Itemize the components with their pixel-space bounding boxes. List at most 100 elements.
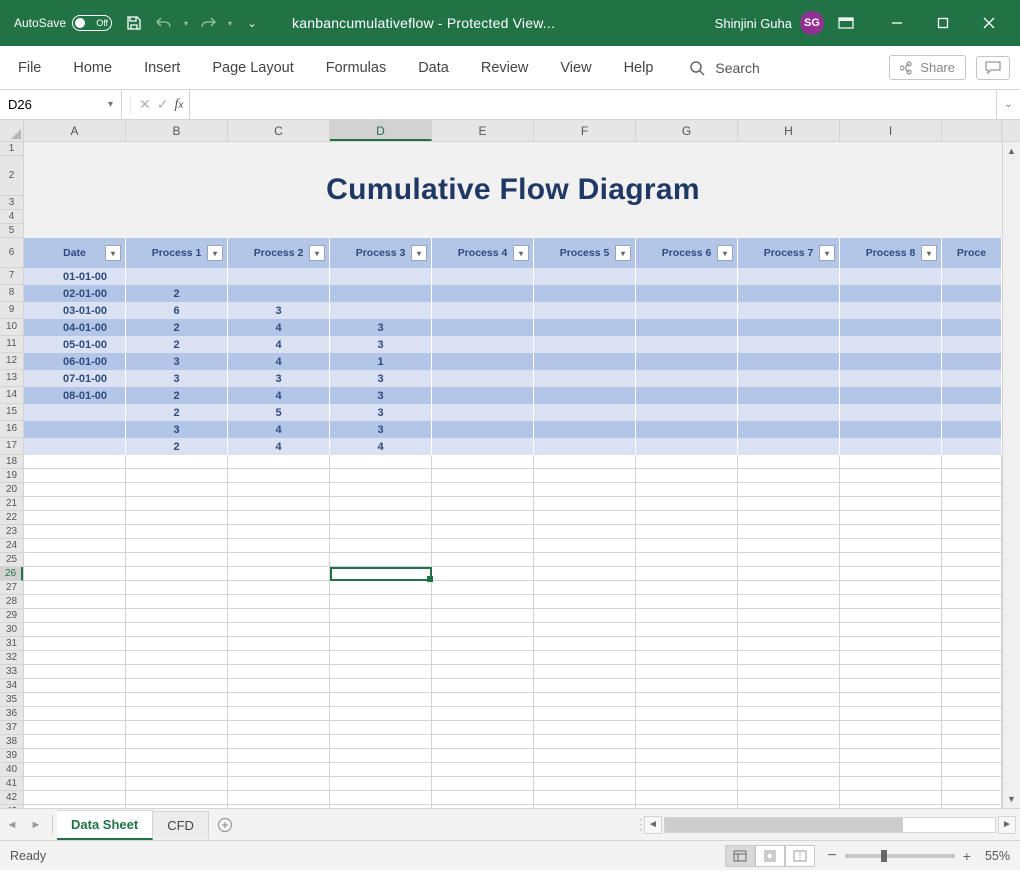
empty-cell[interactable]	[228, 721, 330, 735]
data-cell[interactable]	[942, 353, 1002, 370]
date-cell[interactable]: 07-01-00	[24, 370, 126, 387]
empty-cell[interactable]	[636, 581, 738, 595]
data-cell[interactable]: 3	[330, 336, 432, 353]
empty-cell[interactable]	[840, 735, 942, 749]
filter-dropdown-icon[interactable]: ▾	[615, 245, 631, 261]
empty-row[interactable]	[24, 483, 1002, 497]
row-header[interactable]: 14	[0, 387, 23, 404]
filter-dropdown-icon[interactable]: ▾	[309, 245, 325, 261]
row-header[interactable]: 22	[0, 511, 23, 525]
empty-cell[interactable]	[228, 749, 330, 763]
user-account[interactable]: Shinjini Guha SG	[715, 11, 824, 35]
empty-cell[interactable]	[24, 791, 126, 805]
empty-cell[interactable]	[942, 679, 1002, 693]
save-icon[interactable]	[120, 9, 148, 37]
empty-cell[interactable]	[330, 777, 432, 791]
empty-cell[interactable]	[636, 497, 738, 511]
empty-row[interactable]	[24, 721, 1002, 735]
table-header-cell[interactable]: Process 4▾	[432, 238, 534, 268]
empty-row[interactable]	[24, 511, 1002, 525]
row-header[interactable]: 37	[0, 721, 23, 735]
column-header[interactable]	[942, 120, 1002, 141]
table-row[interactable]: 06-01-00341	[24, 353, 1002, 370]
empty-cell[interactable]	[636, 553, 738, 567]
data-cell[interactable]: 4	[228, 319, 330, 336]
empty-cell[interactable]	[330, 679, 432, 693]
row-header[interactable]: 34	[0, 679, 23, 693]
sheet-tab-data-sheet[interactable]: Data Sheet	[57, 810, 153, 840]
empty-cell[interactable]	[534, 539, 636, 553]
table-header-cell[interactable]: Process 7▾	[738, 238, 840, 268]
table-row[interactable]: 343	[24, 421, 1002, 438]
data-cell[interactable]	[738, 370, 840, 387]
table-row[interactable]: 244	[24, 438, 1002, 455]
data-cell[interactable]	[432, 302, 534, 319]
column-header[interactable]: I	[840, 120, 942, 141]
table-row[interactable]: 253	[24, 404, 1002, 421]
empty-cell[interactable]	[330, 497, 432, 511]
row-header[interactable]: 6	[0, 238, 23, 268]
row-header[interactable]: 35	[0, 693, 23, 707]
empty-cell[interactable]	[228, 707, 330, 721]
empty-cell[interactable]	[126, 791, 228, 805]
data-cell[interactable]	[432, 421, 534, 438]
date-cell[interactable]	[24, 438, 126, 455]
empty-cell[interactable]	[432, 777, 534, 791]
empty-cell[interactable]	[636, 455, 738, 469]
empty-cell[interactable]	[432, 581, 534, 595]
empty-row[interactable]	[24, 497, 1002, 511]
empty-cell[interactable]	[126, 637, 228, 651]
empty-cell[interactable]	[126, 777, 228, 791]
column-header[interactable]: F	[534, 120, 636, 141]
data-cell[interactable]	[636, 421, 738, 438]
empty-cell[interactable]	[840, 665, 942, 679]
data-cell[interactable]: 2	[126, 319, 228, 336]
empty-cell[interactable]	[534, 483, 636, 497]
row-header[interactable]: 21	[0, 497, 23, 511]
empty-cell[interactable]	[228, 693, 330, 707]
empty-cell[interactable]	[840, 609, 942, 623]
data-cell[interactable]	[636, 285, 738, 302]
row-header[interactable]: 25	[0, 553, 23, 567]
empty-cell[interactable]	[942, 469, 1002, 483]
empty-cell[interactable]	[24, 497, 126, 511]
date-cell[interactable]: 01-01-00	[24, 268, 126, 285]
empty-cell[interactable]	[942, 637, 1002, 651]
row-header[interactable]: 33	[0, 665, 23, 679]
empty-cell[interactable]	[534, 595, 636, 609]
empty-row[interactable]	[24, 749, 1002, 763]
empty-cell[interactable]	[738, 595, 840, 609]
empty-cell[interactable]	[738, 455, 840, 469]
empty-cell[interactable]	[228, 539, 330, 553]
data-cell[interactable]: 3	[330, 370, 432, 387]
data-cell[interactable]: 3	[126, 353, 228, 370]
empty-cell[interactable]	[24, 665, 126, 679]
empty-cell[interactable]	[636, 623, 738, 637]
empty-cell[interactable]	[534, 693, 636, 707]
data-cell[interactable]	[942, 421, 1002, 438]
data-cell[interactable]	[636, 336, 738, 353]
name-box-dropdown-icon[interactable]: ▾	[108, 99, 113, 110]
autosave-toggle[interactable]: Off	[72, 15, 112, 31]
data-cell[interactable]	[534, 353, 636, 370]
row-header[interactable]: 18	[0, 455, 23, 469]
empty-cell[interactable]	[330, 735, 432, 749]
data-cell[interactable]	[738, 319, 840, 336]
data-cell[interactable]	[840, 285, 942, 302]
empty-cell[interactable]	[432, 595, 534, 609]
data-cell[interactable]	[636, 370, 738, 387]
data-cell[interactable]	[534, 336, 636, 353]
empty-cell[interactable]	[432, 763, 534, 777]
row-header[interactable]: 29	[0, 609, 23, 623]
empty-cell[interactable]	[840, 567, 942, 581]
row-header[interactable]: 16	[0, 421, 23, 438]
empty-cell[interactable]	[534, 665, 636, 679]
empty-cell[interactable]	[636, 721, 738, 735]
data-cell[interactable]	[840, 404, 942, 421]
empty-cell[interactable]	[636, 637, 738, 651]
empty-cell[interactable]	[942, 707, 1002, 721]
empty-cell[interactable]	[534, 469, 636, 483]
data-cell[interactable]: 3	[126, 421, 228, 438]
empty-cell[interactable]	[126, 609, 228, 623]
sheet-nav-next-icon[interactable]: ►	[24, 809, 48, 840]
